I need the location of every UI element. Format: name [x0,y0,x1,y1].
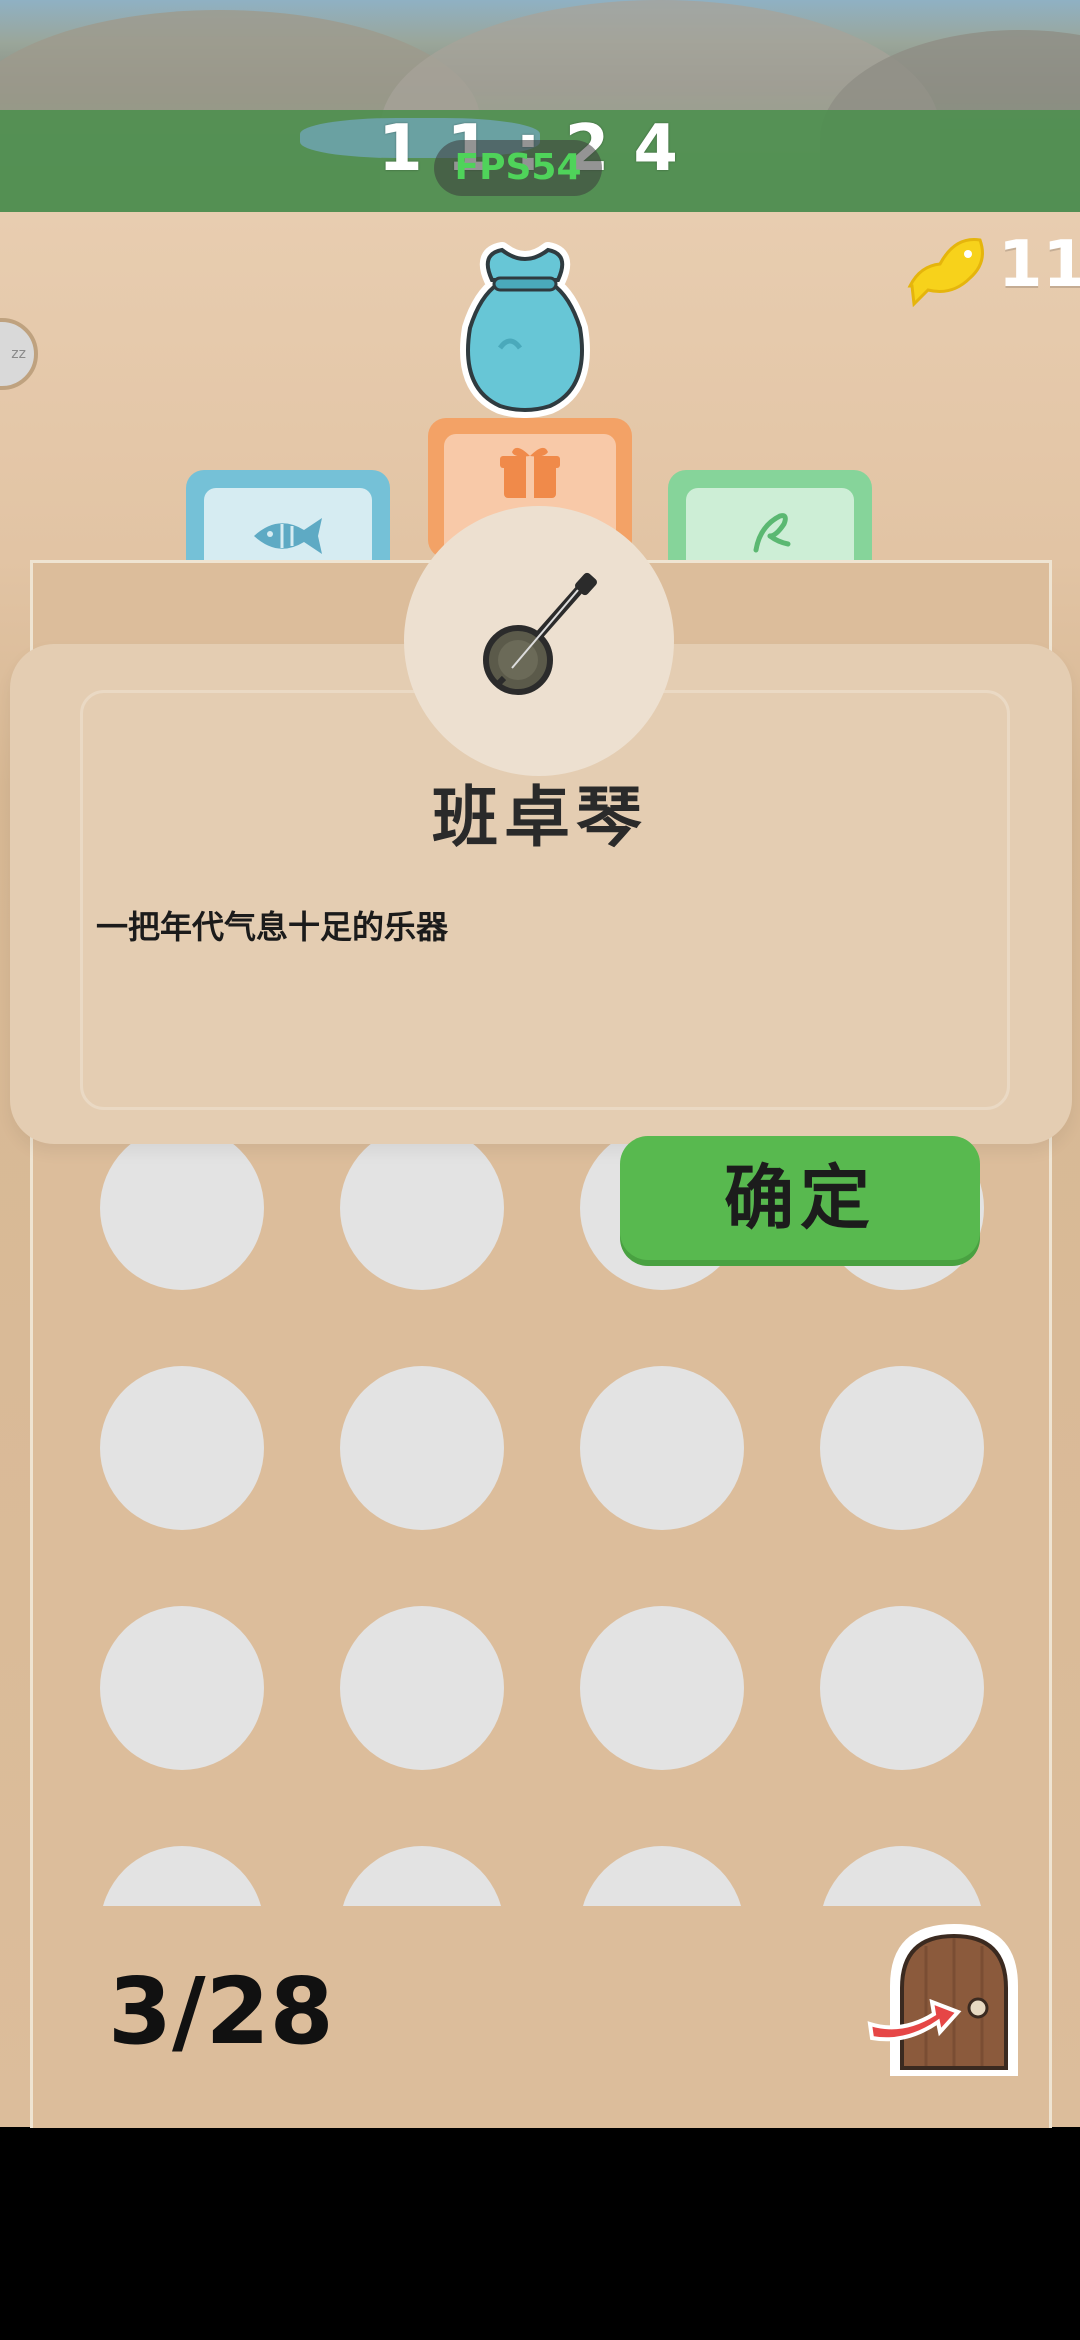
inventory-slot[interactable] [340,1606,504,1770]
inventory-slot[interactable] [580,1846,744,1906]
fish-coin-icon [907,238,984,308]
inventory-slot[interactable] [820,1846,984,1906]
inventory-slot[interactable] [580,1366,744,1530]
bag-icon[interactable] [440,238,610,418]
inventory-slot[interactable] [580,1606,744,1770]
inventory-slot[interactable] [820,1366,984,1530]
inventory-slot[interactable] [100,1846,264,1906]
banjo-icon [483,572,597,695]
fps-counter: FPS54 [434,140,602,196]
fish-icon [254,518,322,554]
slot-row-clip [30,1840,1052,1906]
inventory-slot[interactable] [820,1606,984,1770]
item-description: 一把年代气息十足的乐器 [96,908,449,946]
fish-coin-count: 11 [998,228,1080,302]
inventory-slot[interactable] [340,1846,504,1906]
game-screen: 11:24 FPS54 zz 11 [0,0,1080,2340]
inventory-slot[interactable] [100,1366,264,1530]
collection-counter: 3/28 [108,1958,334,2065]
gift-box-icon [500,447,560,498]
inventory-slot[interactable] [100,1606,264,1770]
navigation-area [0,2128,1080,2340]
exit-door-icon[interactable] [862,1916,1040,2082]
confirm-button[interactable]: 确定 [620,1136,980,1260]
inventory-slot[interactable] [340,1126,504,1290]
inventory-slot[interactable] [340,1366,504,1530]
item-title: 班卓琴 [432,779,648,856]
leaf-icon [753,513,791,553]
inventory-slot[interactable] [100,1126,264,1290]
